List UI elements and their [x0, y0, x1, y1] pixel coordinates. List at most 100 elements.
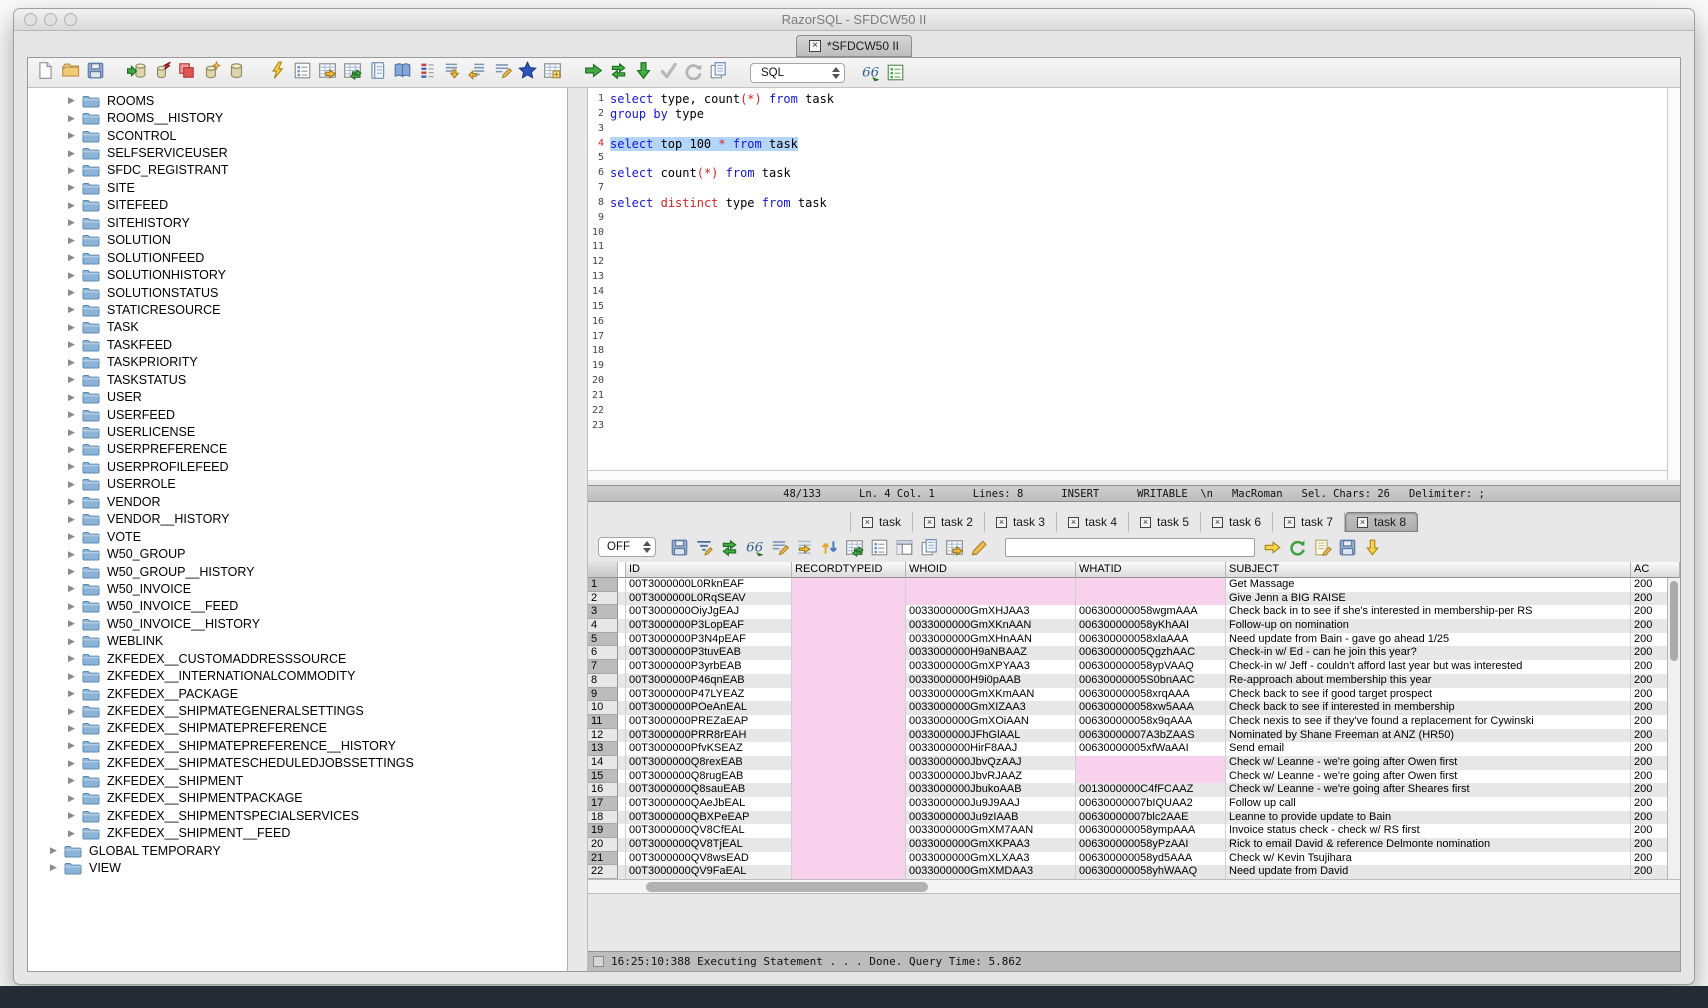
column-header-whoid[interactable]: WHOID: [906, 562, 1076, 578]
cell-whatid[interactable]: 00630000005xfWaAAI: [1076, 742, 1226, 756]
cell-whatid[interactable]: 00630000005QgzhAAC: [1076, 646, 1226, 660]
tree-item[interactable]: ▶GLOBAL TEMPORARY: [28, 842, 567, 859]
cell-whatid[interactable]: 006300000058yhWAAQ: [1076, 865, 1226, 879]
result-tab[interactable]: ×task 7: [1273, 512, 1345, 532]
save-results-icon[interactable]: [670, 538, 689, 557]
table-row[interactable]: 1500T3000000Q8rugEAB0033000000JbvRJAAZCh…: [588, 770, 1680, 784]
cell-recordtypeid[interactable]: [792, 578, 906, 592]
tree-item[interactable]: ▶SFDC_REGISTRANT: [28, 162, 567, 179]
row-number[interactable]: 22: [588, 865, 618, 879]
cell-whatid[interactable]: 006300000058xw5AAA: [1076, 701, 1226, 715]
edit-cell-icon[interactable]: [770, 538, 789, 557]
export-down-icon[interactable]: [1363, 538, 1382, 557]
cell-whoid[interactable]: [906, 592, 1076, 606]
code-line[interactable]: [610, 330, 1680, 345]
code-line[interactable]: [610, 226, 1680, 241]
cell-whoid[interactable]: 0033000000Ju9J9AAJ: [906, 797, 1076, 811]
tree-item[interactable]: ▶USER: [28, 388, 567, 405]
cell-recordtypeid[interactable]: [792, 756, 906, 770]
cell-id[interactable]: 00T3000000P3tuvEAB: [626, 646, 792, 660]
disclosure-triangle-icon[interactable]: ▶: [68, 427, 82, 438]
table-row[interactable]: 1900T3000000QV8CfEAL0033000000GmXM7AAN00…: [588, 824, 1680, 838]
cell-recordtypeid[interactable]: [792, 865, 906, 879]
refresh-data-icon[interactable]: [845, 538, 864, 557]
cell-whoid[interactable]: 0033000000H9i0pAAB: [906, 674, 1076, 688]
close-tab-icon[interactable]: ×: [809, 40, 821, 52]
code-line[interactable]: [610, 255, 1680, 270]
close-tab-icon[interactable]: ×: [862, 517, 873, 528]
tree-item[interactable]: ▶ZKFEDEX__SHIPMENTPACKAGE: [28, 790, 567, 807]
tree-item[interactable]: ▶VENDOR: [28, 493, 567, 510]
row-number[interactable]: 17: [588, 797, 618, 811]
cell-recordtypeid[interactable]: [792, 729, 906, 743]
disclosure-triangle-icon[interactable]: ▶: [68, 130, 82, 141]
cell-id[interactable]: 00T3000000P3N4pEAF: [626, 633, 792, 647]
row-number[interactable]: 13: [588, 742, 618, 756]
table-row[interactable]: 1200T3000000PRR8rEAH0033000000JFhGlAAL00…: [588, 729, 1680, 743]
cell-recordtypeid[interactable]: [792, 824, 906, 838]
cell-id[interactable]: 00T3000000Q8rugEAB: [626, 770, 792, 784]
tree-item[interactable]: ▶W50_INVOICE: [28, 580, 567, 597]
row-number[interactable]: 18: [588, 811, 618, 825]
cell-recordtypeid[interactable]: [792, 605, 906, 619]
cell-id[interactable]: 00T3000000L0RqSEAV: [626, 592, 792, 606]
cell-whatid[interactable]: 006300000058xlaAAA: [1076, 633, 1226, 647]
tree-item[interactable]: ▶ZKFEDEX__INTERNATIONALCOMMODITY: [28, 667, 567, 684]
minimize-window-button[interactable]: [44, 13, 57, 26]
tree-item[interactable]: ▶TASKFEED: [28, 336, 567, 353]
limit-dropdown[interactable]: OFF: [598, 537, 656, 557]
row-number[interactable]: 5: [588, 633, 618, 647]
tree-item[interactable]: ▶ROOMS: [28, 92, 567, 109]
code-line[interactable]: [610, 389, 1680, 404]
code-line[interactable]: [610, 374, 1680, 389]
cell-subject[interactable]: Check-in w/ Ed - can he join this year?: [1226, 646, 1631, 660]
cell-recordtypeid[interactable]: [792, 646, 906, 660]
row-number[interactable]: 4: [588, 619, 618, 633]
code-line[interactable]: [610, 404, 1680, 419]
cell-id[interactable]: 00T3000000QBXPeEAP: [626, 811, 792, 825]
column-header-recordtypeid[interactable]: RECORDTYPEID: [792, 562, 906, 578]
tree-item[interactable]: ▶ZKFEDEX__SHIPMATESCHEDULEDJOBSSETTINGS: [28, 755, 567, 772]
tree-item[interactable]: ▶ZKFEDEX__PACKAGE: [28, 685, 567, 702]
cell-subject[interactable]: Check w/ Kevin Tsujihara: [1226, 852, 1631, 866]
disclosure-triangle-icon[interactable]: ▶: [68, 322, 82, 333]
edit-filter-icon[interactable]: [695, 538, 714, 557]
column-types-icon[interactable]: [418, 61, 437, 80]
row-number[interactable]: 1: [588, 578, 618, 592]
execute-statement-icon[interactable]: [584, 61, 603, 80]
tree-item[interactable]: ▶ZKFEDEX__SHIPMATEPREFERENCE: [28, 720, 567, 737]
close-tab-icon[interactable]: ×: [1068, 517, 1079, 528]
cell-subject[interactable]: Need update from Bain - gave go ahead 1/…: [1226, 633, 1631, 647]
sql-history-icon[interactable]: [709, 61, 728, 80]
table-row[interactable]: 600T3000000P3tuvEAB0033000000H9aNBAAZ006…: [588, 646, 1680, 660]
disclosure-triangle-icon[interactable]: ▶: [68, 444, 82, 455]
execute-all-statements-icon[interactable]: [609, 61, 628, 80]
tree-item[interactable]: ▶SOLUTION: [28, 232, 567, 249]
results-window-icon[interactable]: [886, 63, 905, 82]
cell-whoid[interactable]: 0033000000JbvQzAAJ: [906, 756, 1076, 770]
disclosure-triangle-icon[interactable]: ▶: [68, 461, 82, 472]
result-tab[interactable]: ×task 2: [913, 512, 985, 532]
close-tab-icon[interactable]: ×: [1212, 517, 1223, 528]
cell-id[interactable]: 00T3000000QV9FaEAL: [626, 865, 792, 879]
tree-item[interactable]: ▶ZKFEDEX__SHIPMENT__FEED: [28, 824, 567, 841]
tree-item[interactable]: ▶ROOMS__HISTORY: [28, 109, 567, 126]
disclosure-triangle-icon[interactable]: ▶: [68, 409, 82, 420]
row-number-header[interactable]: [588, 562, 618, 578]
tree-item[interactable]: ▶SOLUTIONFEED: [28, 249, 567, 266]
cell-recordtypeid[interactable]: [792, 674, 906, 688]
cell-subject[interactable]: Check w/ Leanne - we're going after Owen…: [1226, 770, 1631, 784]
zoom-window-button[interactable]: [64, 13, 77, 26]
cell-whoid[interactable]: 0033000000GmXKPAA3: [906, 838, 1076, 852]
table-row[interactable]: 800T3000000P46qnEAB0033000000H9i0pAAB006…: [588, 674, 1680, 688]
save-to-file-icon[interactable]: [1338, 538, 1357, 557]
row-number[interactable]: 20: [588, 838, 618, 852]
disclosure-triangle-icon[interactable]: ▶: [68, 723, 82, 734]
disclosure-triangle-icon[interactable]: ▶: [68, 775, 82, 786]
cell-whatid[interactable]: 006300000058ypVAAQ: [1076, 660, 1226, 674]
cell-subject[interactable]: Check w/ Leanne - we're going after Owen…: [1226, 756, 1631, 770]
column-header-whatid[interactable]: WHATID: [1076, 562, 1226, 578]
tree-item[interactable]: ▶SELFSERVICEUSER: [28, 144, 567, 161]
column-header-ac[interactable]: AC: [1631, 562, 1680, 578]
cell-recordtypeid[interactable]: [792, 770, 906, 784]
